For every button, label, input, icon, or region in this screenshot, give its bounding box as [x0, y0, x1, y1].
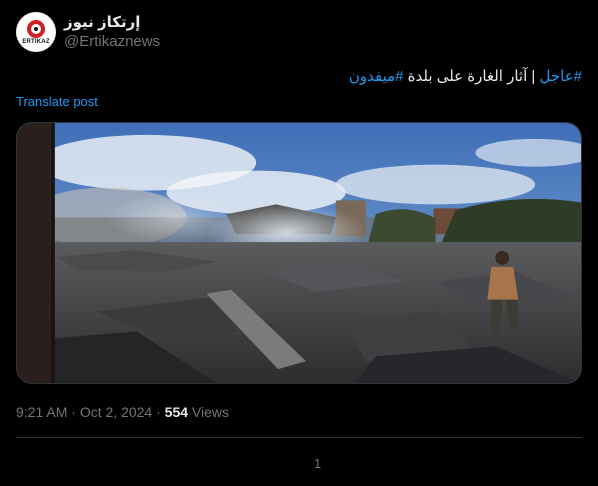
action-bar: 1	[16, 456, 582, 471]
hashtag-link-urgent[interactable]: #عاجل	[540, 68, 583, 85]
reply-action[interactable]: 1	[16, 456, 582, 471]
translate-post-link[interactable]: Translate post	[16, 94, 98, 109]
reply-count: 1	[314, 456, 322, 471]
post-meta: 9:21 AM · Oct 2, 2024 · 554 Views	[16, 403, 229, 421]
post-time[interactable]: 9:21 AM	[16, 404, 67, 420]
brand-logo-icon	[27, 19, 45, 38]
meta-separator: ·	[152, 404, 165, 420]
author-display-name[interactable]: إرتكاز نيوز	[64, 13, 160, 32]
post-text: #عاجل | آثار الغارة على بلدة #ميفدون	[16, 66, 582, 88]
post-header: ERTIKAZ إرتكاز نيوز @Ertikaznews	[16, 12, 160, 52]
rubble-photo	[17, 123, 581, 383]
post-separator: |	[527, 68, 540, 85]
author-names: إرتكاز نيوز @Ertikaznews	[64, 13, 160, 51]
avatar[interactable]: ERTIKAZ	[16, 12, 56, 52]
post-media-image[interactable]	[16, 122, 582, 384]
meta-separator: ·	[67, 404, 80, 420]
post-body: آثار الغارة على بلدة	[403, 68, 528, 85]
views-label: Views	[188, 404, 230, 420]
avatar-brand-text: ERTIKAZ	[22, 38, 50, 45]
hashtag-link-town[interactable]: #ميفدون	[349, 68, 404, 85]
post-date[interactable]: Oct 2, 2024	[80, 404, 152, 420]
author-handle[interactable]: @Ertikaznews	[64, 32, 160, 51]
views-count: 554	[164, 404, 189, 420]
divider	[16, 437, 582, 438]
